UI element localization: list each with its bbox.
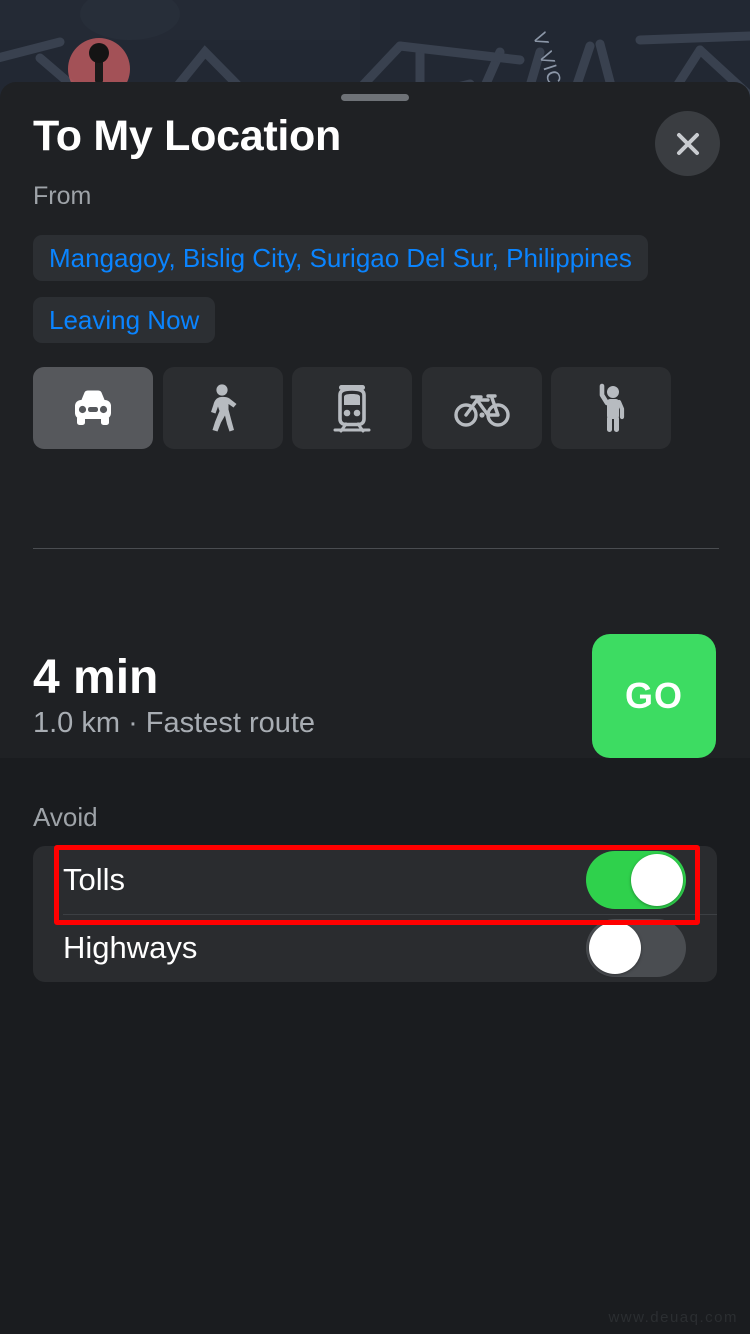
page-title: To My Location <box>33 112 341 160</box>
car-icon <box>68 387 118 429</box>
section-divider <box>33 548 719 549</box>
avoid-section-title: Avoid <box>33 802 98 832</box>
mode-button-rideshare[interactable] <box>551 367 671 449</box>
route-duration: 4 min <box>33 651 159 704</box>
transport-mode-selector <box>33 367 671 449</box>
from-label: From <box>33 182 92 210</box>
close-icon <box>673 129 703 159</box>
go-button[interactable]: GO <box>592 634 716 758</box>
screen-root: V VICE To My Location From Mangagoy, Bis… <box>0 0 750 1334</box>
mode-button-transit[interactable] <box>292 367 412 449</box>
sheet-grabber-handle[interactable] <box>341 94 409 101</box>
origin-address-field[interactable]: Mangagoy, Bislig City, Surigao Del Sur, … <box>33 235 648 281</box>
avoid-label-tolls: Tolls <box>63 862 126 897</box>
walking-icon <box>204 384 242 432</box>
route-details: 1.0 km · Fastest route <box>33 707 316 739</box>
avoid-label-highways: Highways <box>63 930 198 965</box>
directions-sheet: To My Location From Mangagoy, Bislig Cit… <box>0 82 750 1334</box>
avoid-row-tolls[interactable]: Tolls <box>33 846 717 915</box>
sheet-header: To My Location <box>0 108 750 182</box>
mode-button-cycling[interactable] <box>421 367 542 449</box>
avoid-row-highways[interactable]: Highways <box>33 914 717 982</box>
close-button[interactable] <box>655 111 720 176</box>
departure-time-chip[interactable]: Leaving Now <box>33 297 216 343</box>
toggle-highways[interactable] <box>586 919 686 977</box>
bicycle-icon <box>453 388 510 428</box>
train-icon <box>331 383 373 433</box>
destination-pin <box>89 43 109 82</box>
toggle-tolls[interactable] <box>586 851 686 909</box>
toggle-knob <box>631 854 683 906</box>
toggle-knob <box>589 922 641 974</box>
avoid-section: Avoid Tolls Highways <box>0 758 750 1334</box>
mode-button-walking[interactable] <box>162 367 283 449</box>
rideshare-icon <box>593 383 629 433</box>
avoid-options-card: Tolls Highways <box>33 846 717 982</box>
watermark: www.deuaq.com <box>608 1309 738 1326</box>
mode-button-driving[interactable] <box>33 367 153 449</box>
